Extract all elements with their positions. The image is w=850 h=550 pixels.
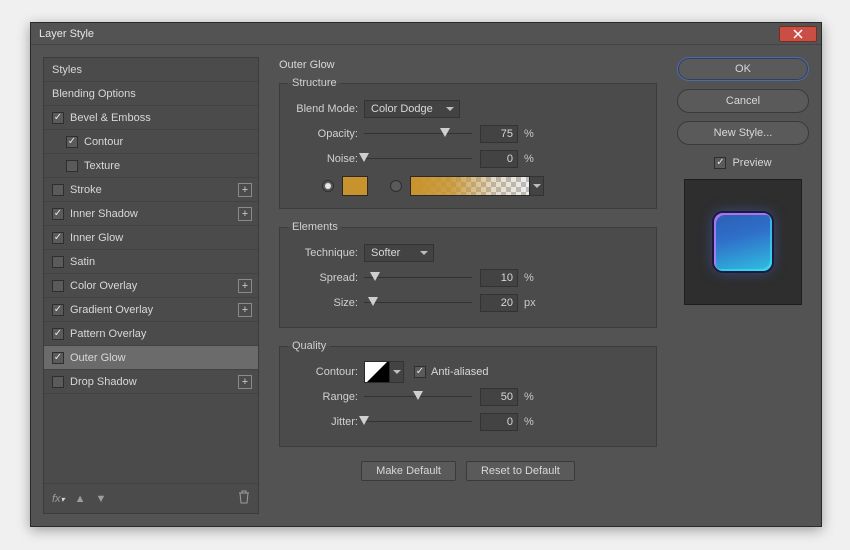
make-default-button[interactable]: Make Default xyxy=(361,461,456,481)
add-effect-icon[interactable]: + xyxy=(238,207,252,221)
styles-footer: fx▾ ▲ ▼ xyxy=(44,483,258,513)
glow-gradient-radio[interactable] xyxy=(390,180,402,192)
cancel-button[interactable]: Cancel xyxy=(677,89,809,113)
style-checkbox[interactable] xyxy=(52,208,64,220)
noise-input[interactable]: 0 xyxy=(480,150,518,168)
style-item-stroke[interactable]: Stroke + xyxy=(44,178,258,202)
dialog-body: Styles Blending Options Bevel & Emboss Con… xyxy=(31,45,821,526)
close-icon xyxy=(793,29,803,39)
style-item-color-overlay[interactable]: Color Overlay + xyxy=(44,274,258,298)
opacity-slider[interactable] xyxy=(364,127,472,141)
style-label: Satin xyxy=(70,256,95,268)
jitter-input[interactable]: 0 xyxy=(480,413,518,431)
effect-title: Outer Glow xyxy=(273,57,663,75)
style-item-contour[interactable]: Contour xyxy=(44,130,258,154)
glow-solid-radio[interactable] xyxy=(322,180,334,192)
styles-header[interactable]: Styles xyxy=(44,58,258,82)
style-label: Stroke xyxy=(70,184,102,196)
opacity-input[interactable]: 75 xyxy=(480,125,518,143)
style-label: Bevel & Emboss xyxy=(70,112,151,124)
titlebar: Layer Style xyxy=(31,23,821,45)
elements-group: Elements Technique: Softer Spread: 10 % … xyxy=(279,221,657,328)
glow-gradient-picker[interactable] xyxy=(410,176,530,196)
style-label: Inner Glow xyxy=(70,232,123,244)
style-label: Pattern Overlay xyxy=(70,328,146,340)
move-up-icon[interactable]: ▲ xyxy=(75,493,86,505)
reset-default-button[interactable]: Reset to Default xyxy=(466,461,575,481)
blend-mode-select[interactable]: Color Dodge xyxy=(364,100,460,118)
structure-group: Structure Blend Mode: Color Dodge Opacit… xyxy=(279,77,657,209)
style-checkbox[interactable] xyxy=(52,112,64,124)
anti-aliased-label: Anti-aliased xyxy=(431,366,488,378)
noise-slider[interactable] xyxy=(364,152,472,166)
dialog-title: Layer Style xyxy=(39,28,94,40)
range-input[interactable]: 50 xyxy=(480,388,518,406)
style-item-texture[interactable]: Texture xyxy=(44,154,258,178)
trash-icon[interactable] xyxy=(238,490,250,507)
style-item-outer-glow[interactable]: Outer Glow xyxy=(44,346,258,370)
anti-aliased-checkbox[interactable] xyxy=(414,366,426,378)
style-label: Outer Glow xyxy=(70,352,126,364)
style-checkbox[interactable] xyxy=(52,280,64,292)
style-checkbox[interactable] xyxy=(66,160,78,172)
style-label: Color Overlay xyxy=(70,280,137,292)
style-item-bevel-emboss[interactable]: Bevel & Emboss xyxy=(44,106,258,130)
style-item-blending-options[interactable]: Blending Options xyxy=(44,82,258,106)
style-checkbox[interactable] xyxy=(52,352,64,364)
preview-checkbox[interactable] xyxy=(714,157,726,169)
move-down-icon[interactable]: ▼ xyxy=(95,493,106,505)
gradient-dropdown-icon[interactable] xyxy=(530,176,544,196)
style-label: Inner Shadow xyxy=(70,208,138,220)
style-item-drop-shadow[interactable]: Drop Shadow + xyxy=(44,370,258,394)
style-item-pattern-overlay[interactable]: Pattern Overlay xyxy=(44,322,258,346)
style-label: Contour xyxy=(84,136,123,148)
preview-thumbnail xyxy=(684,179,802,305)
range-slider[interactable] xyxy=(364,390,472,404)
style-label: Gradient Overlay xyxy=(70,304,153,316)
style-item-satin[interactable]: Satin xyxy=(44,250,258,274)
preview-label: Preview xyxy=(732,157,771,169)
add-effect-icon[interactable]: + xyxy=(238,183,252,197)
add-effect-icon[interactable]: + xyxy=(238,279,252,293)
quality-group: Quality Contour: Anti-aliased Range: 50 xyxy=(279,340,657,447)
contour-dropdown-icon[interactable] xyxy=(390,361,404,383)
jitter-slider[interactable] xyxy=(364,415,472,429)
style-checkbox[interactable] xyxy=(52,328,64,340)
ok-button[interactable]: OK xyxy=(677,57,809,81)
style-checkbox[interactable] xyxy=(52,184,64,196)
blend-mode-label: Blend Mode: xyxy=(288,103,364,115)
size-slider[interactable] xyxy=(364,296,472,310)
contour-picker[interactable] xyxy=(364,361,390,383)
new-style-button[interactable]: New Style... xyxy=(677,121,809,145)
fx-icon[interactable]: fx▾ xyxy=(52,493,65,505)
style-item-inner-glow[interactable]: Inner Glow xyxy=(44,226,258,250)
style-label: Blending Options xyxy=(52,88,136,100)
layer-style-dialog: Layer Style Styles Blending Options Bevel… xyxy=(30,22,822,527)
styles-panel: Styles Blending Options Bevel & Emboss Con… xyxy=(43,57,259,514)
size-input[interactable]: 20 xyxy=(480,294,518,312)
style-checkbox[interactable] xyxy=(52,304,64,316)
glow-color-swatch[interactable] xyxy=(342,176,368,196)
style-checkbox[interactable] xyxy=(52,232,64,244)
style-checkbox[interactable] xyxy=(52,376,64,388)
style-label: Drop Shadow xyxy=(70,376,137,388)
style-item-inner-shadow[interactable]: Inner Shadow + xyxy=(44,202,258,226)
technique-select[interactable]: Softer xyxy=(364,244,434,262)
style-checkbox[interactable] xyxy=(52,256,64,268)
action-panel: OK Cancel New Style... Preview xyxy=(677,57,809,514)
add-effect-icon[interactable]: + xyxy=(238,303,252,317)
preview-tile xyxy=(714,213,772,271)
settings-panel: Outer Glow Structure Blend Mode: Color D… xyxy=(273,57,663,514)
spread-slider[interactable] xyxy=(364,271,472,285)
style-item-gradient-overlay[interactable]: Gradient Overlay + xyxy=(44,298,258,322)
style-checkbox[interactable] xyxy=(66,136,78,148)
spread-input[interactable]: 10 xyxy=(480,269,518,287)
style-label: Texture xyxy=(84,160,120,172)
close-button[interactable] xyxy=(779,26,817,42)
add-effect-icon[interactable]: + xyxy=(238,375,252,389)
